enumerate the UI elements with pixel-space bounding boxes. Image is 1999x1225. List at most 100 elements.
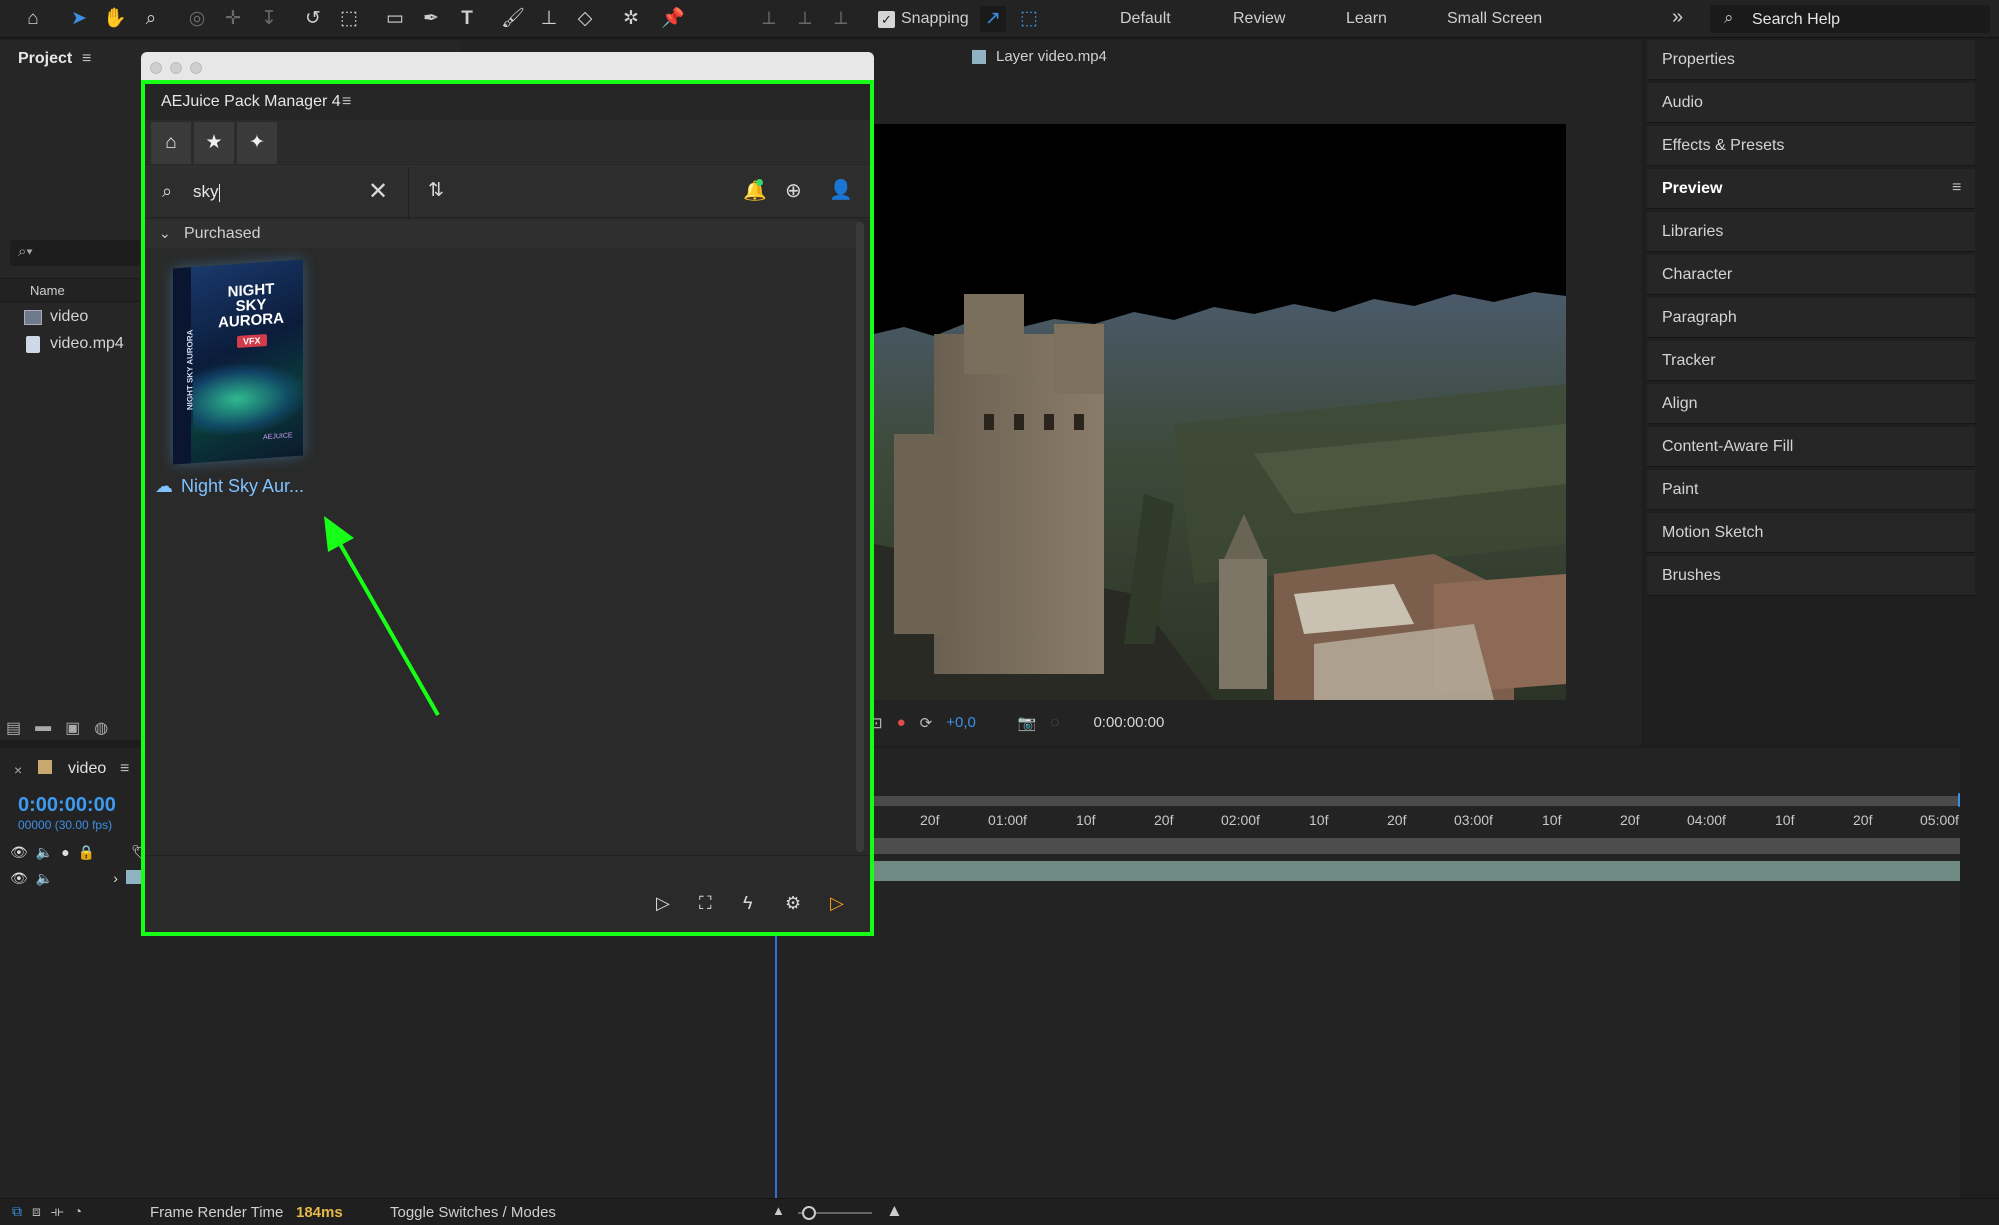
brush-tool-icon[interactable]: 🖌 (500, 6, 526, 32)
pack-list-scrollbar[interactable] (856, 222, 864, 852)
toggle-switches-modes[interactable]: Toggle Switches / Modes (390, 1204, 556, 1221)
pack-manager-titlebar[interactable] (141, 52, 874, 82)
home-icon[interactable]: ⌂ (20, 6, 46, 32)
timeline-menu-icon[interactable]: ≡ (120, 760, 129, 778)
panel-audio[interactable]: Audio (1647, 83, 1975, 123)
zoom-in-icon[interactable]: ▲ (886, 1201, 903, 1221)
panel-properties[interactable]: Properties (1647, 40, 1975, 80)
playhead-line[interactable] (775, 933, 777, 1198)
home-tab-icon[interactable]: ⌂ (151, 122, 191, 164)
notifications-bell-icon[interactable]: 🔔 (743, 179, 767, 203)
audio-icon[interactable]: 🔈 (36, 870, 53, 887)
view-axis-icon[interactable]: ⟂ (828, 6, 854, 32)
favorites-tab-icon[interactable]: ★ (194, 122, 234, 164)
workspace-learn[interactable]: Learn (1346, 10, 1387, 28)
download-icon[interactable]: ⊕ (785, 178, 802, 203)
search-help-field[interactable]: ⌕ Search Help (1710, 5, 1990, 33)
clone-stamp-tool-icon[interactable]: ⊥ (536, 6, 562, 32)
new-composition-icon[interactable]: ▣ (65, 718, 80, 738)
rectangle-tool-icon[interactable]: ▭ (382, 6, 408, 32)
project-item-video-mp4[interactable]: video.mp4 (26, 335, 124, 353)
panel-preview[interactable]: Preview ≡ (1647, 169, 1975, 209)
pack-manager-menu-icon[interactable]: ≡ (342, 93, 351, 111)
panel-character[interactable]: Character (1647, 255, 1975, 295)
channels-icon[interactable]: ● (897, 714, 906, 731)
puppet-tool-icon[interactable]: 📌 (660, 6, 686, 32)
name-column-header[interactable]: Name (30, 283, 65, 298)
panel-brushes[interactable]: Brushes (1647, 556, 1975, 596)
close-window-button[interactable] (150, 62, 162, 74)
snapping-toggle[interactable]: ✓ Snapping (878, 8, 969, 30)
cloud-download-icon[interactable]: ☁ (155, 476, 173, 497)
panel-align[interactable]: Align (1647, 384, 1975, 424)
orbit-camera-icon[interactable]: ◎ (184, 6, 210, 32)
panel-paint[interactable]: Paint (1647, 470, 1975, 510)
panel-effects-presets[interactable]: Effects & Presets (1647, 126, 1975, 166)
more-workspaces-icon[interactable]: » (1672, 6, 1683, 29)
work-area-bar[interactable] (874, 796, 1964, 806)
snap-edges-icon[interactable]: ↗ (980, 6, 1006, 32)
settings-gear-icon[interactable]: ⚙ (785, 893, 801, 914)
rotation-tool-icon[interactable]: ↺ (300, 6, 326, 32)
hand-tool-icon[interactable]: ✋ (102, 6, 128, 32)
audio-icon[interactable]: 🔈 (36, 844, 53, 861)
chevron-down-icon[interactable]: ⌄ (159, 225, 171, 242)
eye-icon[interactable]: 👁 (10, 870, 28, 887)
snap-features-icon[interactable]: ⬚ (1016, 6, 1042, 32)
current-time-display[interactable]: 0:00:00:00 (18, 794, 116, 817)
product-title-link[interactable]: ☁ Night Sky Aur... (155, 476, 304, 497)
quick-apply-icon[interactable]: ϟ (743, 893, 753, 914)
world-axis-icon[interactable]: ⟂ (792, 6, 818, 32)
timeline-comp-name[interactable]: video (68, 760, 106, 778)
account-icon[interactable]: 👤 (829, 178, 853, 202)
lock-icon[interactable]: 🔒 (78, 844, 95, 861)
viewer-image[interactable] (874, 124, 1566, 700)
in-out-icon[interactable]: ⟛ (51, 1203, 64, 1220)
eraser-tool-icon[interactable]: ◇ (572, 6, 598, 32)
layer-switches-icon[interactable]: ⧉ (12, 1203, 22, 1220)
zoom-slider-handle[interactable] (802, 1206, 816, 1220)
close-tab-icon[interactable]: × (14, 762, 22, 778)
show-snapshot-icon[interactable]: ◌ (1051, 714, 1060, 731)
project-menu-icon[interactable]: ≡ (82, 50, 91, 68)
new-items-tab-icon[interactable]: ✦ (237, 122, 277, 164)
dolly-camera-icon[interactable]: ↧ (256, 6, 282, 32)
local-axis-icon[interactable]: ⟂ (756, 6, 782, 32)
type-tool-icon[interactable]: T (454, 6, 480, 32)
pan-camera-icon[interactable]: ✛ (220, 6, 246, 32)
pen-tool-icon[interactable]: ✒ (418, 6, 444, 32)
reset-exposure-icon[interactable]: ⟳ (920, 714, 933, 732)
project-search-input[interactable]: ⌕▾ (10, 240, 140, 266)
workspace-review[interactable]: Review (1233, 10, 1285, 28)
interpret-footage-icon[interactable]: ▤ (6, 718, 21, 738)
panel-tracker[interactable]: Tracker (1647, 341, 1975, 381)
fit-selection-icon[interactable]: ⛶ (699, 893, 712, 914)
viewer-timecode[interactable]: 0:00:00:00 (1085, 712, 1172, 733)
panel-libraries[interactable]: Libraries (1647, 212, 1975, 252)
panel-paragraph[interactable]: Paragraph (1647, 298, 1975, 338)
new-folder-icon[interactable]: ▬ (35, 718, 51, 738)
selection-tool-icon[interactable]: ➤ (66, 6, 92, 32)
layer-viewer-tab[interactable]: Layer video.mp4 (972, 48, 1107, 65)
panel-content-aware-fill[interactable]: Content-Aware Fill (1647, 427, 1975, 467)
layer-duration-bar[interactable] (874, 861, 1964, 881)
zoom-tool-icon[interactable]: ⌕ (138, 6, 164, 32)
roto-brush-tool-icon[interactable]: ✲ (618, 6, 644, 32)
sort-icon[interactable]: ⇅ (428, 179, 444, 202)
pack-search-input[interactable]: sky (193, 182, 220, 202)
preview-menu-icon[interactable]: ≡ (1952, 179, 1961, 197)
motion-blur-icon[interactable]: ◔ (74, 1203, 82, 1220)
snapshot-icon[interactable]: 📷 (1018, 714, 1037, 732)
preview-play-icon[interactable]: ▷ (656, 893, 670, 914)
panel-motion-sketch[interactable]: Motion Sketch (1647, 513, 1975, 553)
transfer-controls-icon[interactable]: ⧈ (32, 1203, 41, 1220)
solo-icon[interactable]: ● (61, 844, 69, 861)
zoom-out-icon[interactable]: ▲ (772, 1203, 785, 1218)
minimize-window-button[interactable] (170, 62, 182, 74)
project-item-video[interactable]: video (24, 308, 88, 326)
eye-icon[interactable]: 👁 (10, 844, 28, 861)
clear-search-icon[interactable]: ✕ (368, 177, 388, 206)
workspace-small-screen[interactable]: Small Screen (1447, 10, 1542, 28)
product-card[interactable]: NIGHT SKY AURORA NIGHT SKY AURORA VFX AE… (163, 259, 313, 465)
maximize-window-button[interactable] (190, 62, 202, 74)
